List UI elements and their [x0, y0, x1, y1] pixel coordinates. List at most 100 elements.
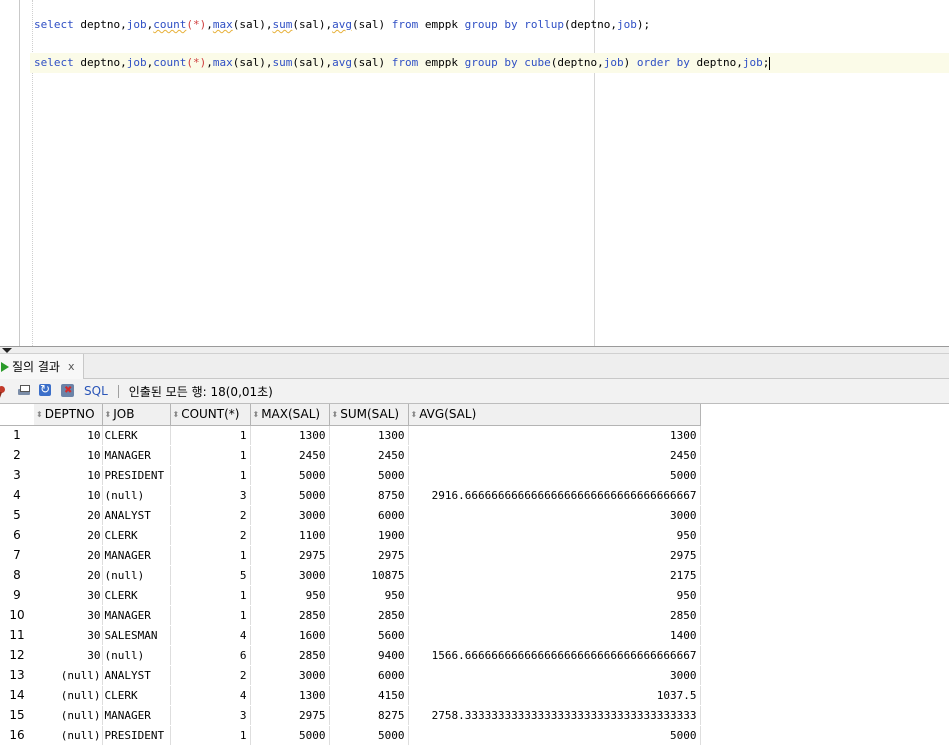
cell-sum-sal[interactable]: 6000 — [329, 665, 409, 686]
cell-deptno[interactable]: 20 — [34, 505, 103, 526]
cell-avg-sal[interactable]: 1300 — [408, 425, 701, 446]
cell-count[interactable]: 4 — [170, 685, 251, 706]
cell-count[interactable]: 2 — [170, 665, 251, 686]
cell-job[interactable]: MANAGER — [102, 545, 171, 566]
cell-deptno[interactable]: 10 — [34, 445, 103, 466]
cell-deptno[interactable]: 20 — [34, 525, 103, 546]
cell-count[interactable]: 1 — [170, 545, 251, 566]
cell-deptno[interactable]: 10 — [34, 425, 103, 446]
cell-deptno[interactable]: 30 — [34, 625, 103, 646]
cell-job[interactable]: CLERK — [102, 685, 171, 706]
cell-sum-sal[interactable]: 2975 — [329, 545, 409, 566]
column-header-deptno[interactable]: ⬍ DEPTNO — [34, 404, 103, 426]
cell-count[interactable]: 4 — [170, 625, 251, 646]
cell-count[interactable]: 5 — [170, 565, 251, 586]
table-row[interactable]: 15 (null) MANAGER 3 2975 8275 2758.33333333333… — [0, 705, 701, 726]
code-line-1[interactable]: select deptno,job,count(*),max(sal),sum(… — [34, 15, 650, 35]
column-header-job[interactable]: ⬍ JOB — [102, 404, 171, 426]
cell-max-sal[interactable]: 1100 — [250, 525, 330, 546]
table-row[interactable]: 5 20 ANALYST 2 3000 6000 3000 — [0, 505, 701, 526]
table-row[interactable]: 2 10 MANAGER 1 2450 2450 2450 — [0, 445, 701, 466]
cell-job[interactable]: PRESIDENT — [102, 725, 171, 746]
cell-avg-sal[interactable]: 2916.66666666666666666666666666666666667 — [408, 485, 701, 506]
cell-max-sal[interactable]: 3000 — [250, 565, 330, 586]
cell-job[interactable]: (null) — [102, 645, 171, 666]
cell-count[interactable]: 2 — [170, 525, 251, 546]
cell-max-sal[interactable]: 1600 — [250, 625, 330, 646]
cell-job[interactable]: CLERK — [102, 425, 171, 446]
cell-max-sal[interactable]: 3000 — [250, 665, 330, 686]
table-row[interactable]: 13 (null) ANALYST 2 3000 6000 3000 — [0, 665, 701, 686]
cell-count[interactable]: 1 — [170, 445, 251, 466]
cell-count[interactable]: 6 — [170, 645, 251, 666]
cell-job[interactable]: ANALYST — [102, 505, 171, 526]
cell-deptno[interactable]: (null) — [34, 665, 103, 686]
cell-deptno[interactable]: 30 — [34, 585, 103, 606]
cell-max-sal[interactable]: 2850 — [250, 605, 330, 626]
cell-avg-sal[interactable]: 3000 — [408, 505, 701, 526]
cell-count[interactable]: 1 — [170, 725, 251, 746]
cell-sum-sal[interactable]: 6000 — [329, 505, 409, 526]
cell-avg-sal[interactable]: 2758.33333333333333333333333333333333333 — [408, 705, 701, 726]
cell-avg-sal[interactable]: 5000 — [408, 465, 701, 486]
table-row[interactable]: 12 30 (null) 6 2850 9400 1566.6666666666666666… — [0, 645, 701, 666]
cell-max-sal[interactable]: 2850 — [250, 645, 330, 666]
cell-job[interactable]: MANAGER — [102, 705, 171, 726]
cell-sum-sal[interactable]: 4150 — [329, 685, 409, 706]
table-row[interactable]: 6 20 CLERK 2 1100 1900 950 — [0, 525, 701, 546]
cell-avg-sal[interactable]: 2975 — [408, 545, 701, 566]
table-row[interactable]: 11 30 SALESMAN 4 1600 5600 1400 — [0, 625, 701, 646]
sql-editor[interactable]: select deptno,job,count(*),max(sal),sum(… — [0, 0, 949, 346]
cell-count[interactable]: 3 — [170, 705, 251, 726]
cell-sum-sal[interactable]: 1900 — [329, 525, 409, 546]
cell-deptno[interactable]: (null) — [34, 685, 103, 706]
cell-sum-sal[interactable]: 2850 — [329, 605, 409, 626]
cell-job[interactable]: ANALYST — [102, 665, 171, 686]
collapse-arrow-icon[interactable] — [2, 348, 12, 353]
cell-sum-sal[interactable]: 2450 — [329, 445, 409, 466]
cell-max-sal[interactable]: 2975 — [250, 705, 330, 726]
cell-count[interactable]: 3 — [170, 485, 251, 506]
print-icon[interactable] — [16, 383, 32, 399]
cell-sum-sal[interactable]: 950 — [329, 585, 409, 606]
cell-sum-sal[interactable]: 10875 — [329, 565, 409, 586]
table-row[interactable]: 16 (null) PRESIDENT 1 5000 5000 5000 — [0, 725, 701, 746]
cell-avg-sal[interactable]: 1566.66666666666666666666666666666666667 — [408, 645, 701, 666]
column-header-sum-sal[interactable]: ⬍ SUM(SAL) — [329, 404, 409, 426]
cell-max-sal[interactable]: 5000 — [250, 725, 330, 746]
sql-button[interactable]: SQL — [84, 384, 108, 398]
cell-job[interactable]: CLERK — [102, 525, 171, 546]
cell-max-sal[interactable]: 3000 — [250, 505, 330, 526]
cell-max-sal[interactable]: 1300 — [250, 425, 330, 446]
cell-max-sal[interactable]: 5000 — [250, 485, 330, 506]
cell-job[interactable]: SALESMAN — [102, 625, 171, 646]
table-row[interactable]: 8 20 (null) 5 3000 10875 2175 — [0, 565, 701, 586]
cell-avg-sal[interactable]: 5000 — [408, 725, 701, 746]
column-header-avg-sal[interactable]: ⬍ AVG(SAL) — [408, 404, 701, 426]
cell-deptno[interactable]: 30 — [34, 645, 103, 666]
cell-avg-sal[interactable]: 950 — [408, 585, 701, 606]
result-grid[interactable]: ⬍ DEPTNO ⬍ JOB ⬍ COUNT(*) ⬍ MAX(SAL) ⬍ SUM(SA… — [0, 404, 949, 747]
table-row[interactable]: 3 10 PRESIDENT 1 5000 5000 5000 — [0, 465, 701, 486]
column-header-count[interactable]: ⬍ COUNT(*) — [170, 404, 251, 426]
cell-count[interactable]: 1 — [170, 425, 251, 446]
pin-icon[interactable] — [0, 383, 6, 399]
cell-deptno[interactable]: 20 — [34, 565, 103, 586]
tab-close-button[interactable]: x — [68, 360, 75, 373]
cell-max-sal[interactable]: 1300 — [250, 685, 330, 706]
table-row[interactable]: 9 30 CLERK 1 950 950 950 — [0, 585, 701, 606]
cell-deptno[interactable]: 10 — [34, 465, 103, 486]
cell-job[interactable]: PRESIDENT — [102, 465, 171, 486]
tab-query-result[interactable]: 질의 결과 x — [0, 354, 84, 379]
column-header-max-sal[interactable]: ⬍ MAX(SAL) — [250, 404, 330, 426]
cell-job[interactable]: CLERK — [102, 585, 171, 606]
refresh-icon[interactable] — [38, 382, 54, 399]
cell-sum-sal[interactable]: 5000 — [329, 725, 409, 746]
cell-sum-sal[interactable]: 8750 — [329, 485, 409, 506]
cell-job[interactable]: MANAGER — [102, 445, 171, 466]
table-row[interactable]: 10 30 MANAGER 1 2850 2850 2850 — [0, 605, 701, 626]
cell-sum-sal[interactable]: 9400 — [329, 645, 409, 666]
cell-count[interactable]: 1 — [170, 465, 251, 486]
cell-max-sal[interactable]: 2450 — [250, 445, 330, 466]
cell-job[interactable]: (null) — [102, 565, 171, 586]
